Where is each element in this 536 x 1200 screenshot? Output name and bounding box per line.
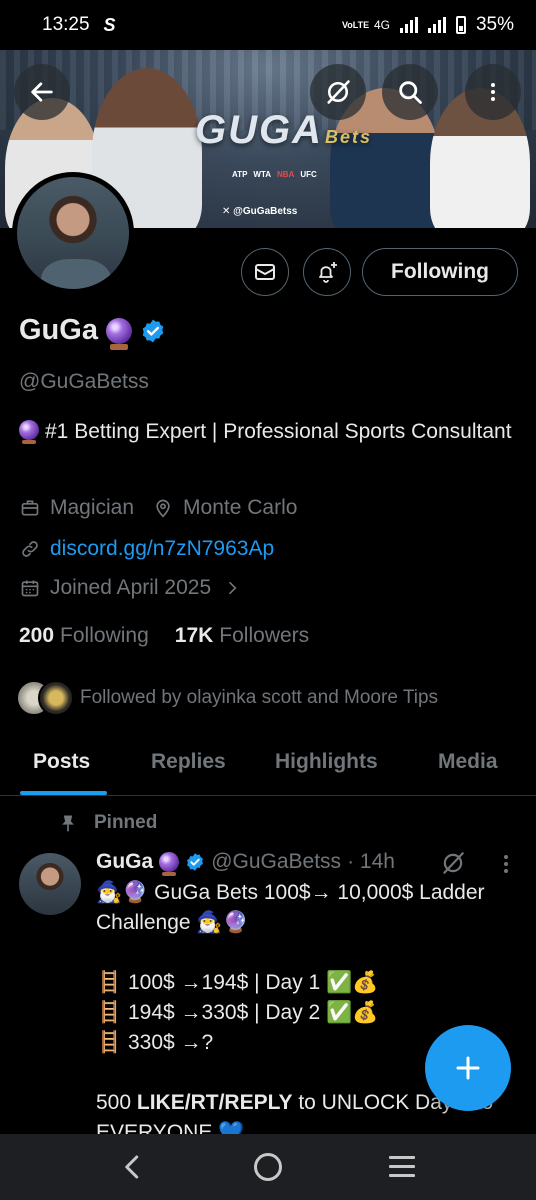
- plus-icon: [456, 1056, 480, 1080]
- banner-leagues: ATP WTA NBA UFC: [232, 170, 317, 179]
- post-text-bold: RT: [190, 1091, 219, 1114]
- grok-icon: [327, 80, 350, 104]
- post-text-bold: LIKE: [136, 1091, 185, 1114]
- calendar-icon: [19, 577, 41, 599]
- nav-recents-button[interactable]: [389, 1156, 415, 1183]
- bio-text: #1 Betting Expert | Professional Sports …: [45, 420, 512, 443]
- pinned-label: Pinned: [94, 812, 158, 833]
- message-button[interactable]: [241, 248, 289, 296]
- volte-indicator: VoLTE: [341, 19, 370, 30]
- post-line: 🪜 194$ →330$ | Day 2 ✅💰: [96, 1001, 379, 1024]
- profile-website-link[interactable]: discord.gg/n7zN7963Ap: [50, 537, 274, 561]
- followed-by-avatars: [16, 680, 74, 716]
- followers-label: Followers: [219, 624, 310, 647]
- banner-league: NBA: [277, 170, 295, 179]
- banner-logo-sub: Bets: [325, 127, 373, 147]
- profile-joined-row[interactable]: Joined April 2025: [19, 576, 252, 600]
- search-button[interactable]: [382, 64, 438, 120]
- location-label: Monte Carlo: [183, 496, 298, 519]
- nav-home-button[interactable]: [254, 1153, 282, 1181]
- envelope-icon: [255, 264, 275, 280]
- pin-icon: [62, 815, 74, 832]
- location-pin-icon: [152, 497, 174, 519]
- following-count-link[interactable]: 200 Following: [19, 624, 149, 648]
- banner-handle: ✕ @GuGaBetss: [222, 206, 298, 217]
- system-nav-bar: [0, 1134, 536, 1200]
- profile-avatar[interactable]: [12, 172, 134, 294]
- post-line: 🧙‍♂️🔮 GuGa Bets 100$→ 10,000$ Ladder Cha…: [96, 881, 491, 934]
- back-button[interactable]: [14, 64, 70, 120]
- crystal-ball-emoji: [159, 852, 180, 876]
- search-icon: [399, 81, 422, 104]
- crystal-ball-emoji: [105, 317, 132, 350]
- app-notification-icon: S: [103, 14, 116, 35]
- briefcase-icon: [19, 497, 41, 519]
- battery-percent: 35%: [475, 14, 514, 35]
- signal-icon: [399, 17, 418, 33]
- verified-badge-icon: [187, 853, 204, 871]
- profile-bio: #1 Betting Expert | Professional Sports …: [19, 416, 519, 447]
- network-type: 4G: [373, 18, 390, 32]
- tab-media[interactable]: Media: [438, 750, 498, 774]
- followers-count-link[interactable]: 17K Followers: [175, 624, 309, 648]
- pinned-indicator: Pinned: [58, 812, 157, 834]
- verified-badge-icon[interactable]: [140, 318, 166, 344]
- following-button[interactable]: Following: [362, 248, 518, 296]
- post-text-bold: REPLY: [224, 1091, 293, 1114]
- arrow-left-icon: [31, 82, 53, 102]
- more-vertical-icon: [491, 83, 495, 101]
- profile-tabs: Posts Replies Highlights Media: [0, 738, 536, 796]
- followed-by-row[interactable]: Followed by olayinka scott and Moore Tip…: [16, 680, 438, 716]
- tab-replies[interactable]: Replies: [151, 750, 226, 774]
- compose-post-button[interactable]: [425, 1025, 511, 1111]
- notify-button[interactable]: [303, 248, 351, 296]
- follow-counts: 200 Following 17K Followers: [19, 624, 309, 648]
- profession-label: Magician: [50, 496, 135, 519]
- banner-league: UFC: [300, 170, 317, 179]
- link-icon: [19, 538, 41, 560]
- active-tab-indicator: [20, 791, 107, 795]
- profile-handle: @GuGaBetss: [19, 370, 149, 393]
- profile-name: GuGa: [19, 314, 98, 346]
- banner-league: WTA: [253, 170, 272, 179]
- post-grok-button[interactable]: [440, 850, 466, 881]
- post-author-handle: @GuGaBetss: [211, 850, 342, 873]
- followers-count: 17K: [174, 624, 214, 647]
- post-author-avatar[interactable]: [19, 853, 81, 915]
- followed-by-text: Followed by olayinka scott and Moore Tip…: [80, 687, 439, 708]
- signal-icon-2: [427, 17, 446, 33]
- profile-link-row: discord.gg/n7zN7963Ap: [19, 537, 274, 561]
- banner-league: ATP: [232, 170, 248, 179]
- joined-date: Joined April 2025: [50, 576, 212, 599]
- status-right: VoLTE 4G 35%: [342, 14, 514, 36]
- post-more-button[interactable]: [496, 852, 516, 881]
- avatar: [38, 680, 74, 716]
- battery-icon: [455, 16, 466, 34]
- grok-button[interactable]: [310, 64, 366, 120]
- more-options-button[interactable]: [465, 64, 521, 120]
- post-text: 500: [96, 1091, 137, 1114]
- following-label: Following: [60, 624, 149, 647]
- tab-posts[interactable]: Posts: [33, 750, 90, 774]
- status-time: 13:25: [42, 14, 90, 35]
- tab-highlights[interactable]: Highlights: [275, 750, 378, 774]
- profile-name-row: GuGa: [19, 314, 166, 350]
- bell-plus-icon: [319, 262, 337, 283]
- post-author-name[interactable]: GuGa: [96, 850, 153, 874]
- nav-back-button[interactable]: [118, 1152, 148, 1187]
- chevron-right-icon: [221, 577, 243, 599]
- crystal-ball-emoji: [19, 420, 39, 444]
- more-vertical-icon: [504, 855, 508, 873]
- post-time: · 14h: [347, 850, 395, 873]
- following-count: 200: [19, 624, 55, 647]
- status-bar: 13:25 S VoLTE 4G 35%: [0, 0, 536, 50]
- grok-icon: [443, 852, 464, 874]
- post-header: GuGa @GuGaBetss · 14h: [96, 850, 395, 876]
- chevron-left-icon: [125, 1155, 139, 1179]
- banner-logo-text: GUGA: [195, 108, 323, 152]
- profile-meta-row: Magician Monte Carlo: [19, 496, 297, 520]
- post-line: 🪜 100$ →194$ | Day 1 ✅💰: [96, 971, 379, 994]
